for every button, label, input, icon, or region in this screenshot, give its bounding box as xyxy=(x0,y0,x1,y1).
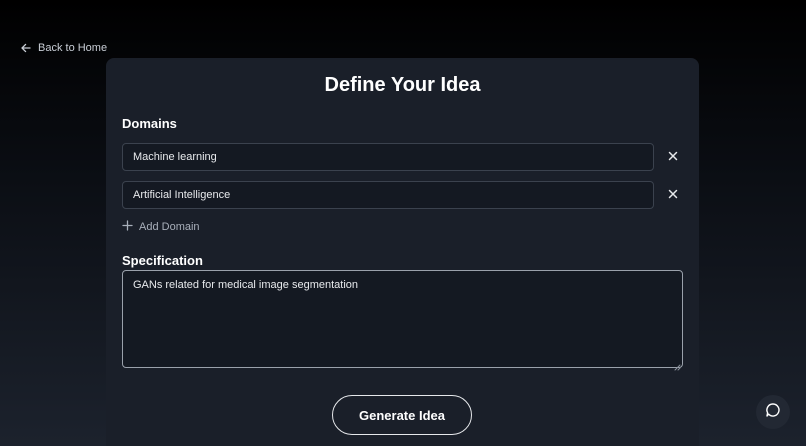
specification-label: Specification xyxy=(122,253,203,268)
domains-label: Domains xyxy=(122,116,177,131)
domain-input-1[interactable] xyxy=(122,143,654,171)
chat-button[interactable] xyxy=(756,395,790,429)
define-idea-card: Define Your Idea Domains A xyxy=(106,58,699,446)
remove-domain-button-1[interactable] xyxy=(665,149,681,165)
close-icon xyxy=(668,186,678,204)
close-icon xyxy=(668,148,678,166)
generate-idea-button[interactable]: Generate Idea xyxy=(332,395,472,435)
back-to-home-link[interactable]: Back to Home xyxy=(20,42,107,54)
add-domain-button[interactable]: Add Domain xyxy=(122,220,200,234)
resize-handle-icon[interactable] xyxy=(673,358,681,371)
arrow-left-icon xyxy=(20,42,32,54)
add-domain-label: Add Domain xyxy=(139,221,200,233)
page-title: Define Your Idea xyxy=(324,74,481,96)
domain-input-2[interactable] xyxy=(122,181,654,209)
chat-bubble-icon xyxy=(765,402,781,423)
specification-textarea[interactable]: GANs related for medical image segmentat… xyxy=(122,270,683,368)
back-to-home-label: Back to Home xyxy=(38,42,108,54)
domain-row xyxy=(122,143,683,171)
remove-domain-button-2[interactable] xyxy=(665,187,681,203)
plus-icon xyxy=(122,220,133,234)
domain-row xyxy=(122,181,683,209)
